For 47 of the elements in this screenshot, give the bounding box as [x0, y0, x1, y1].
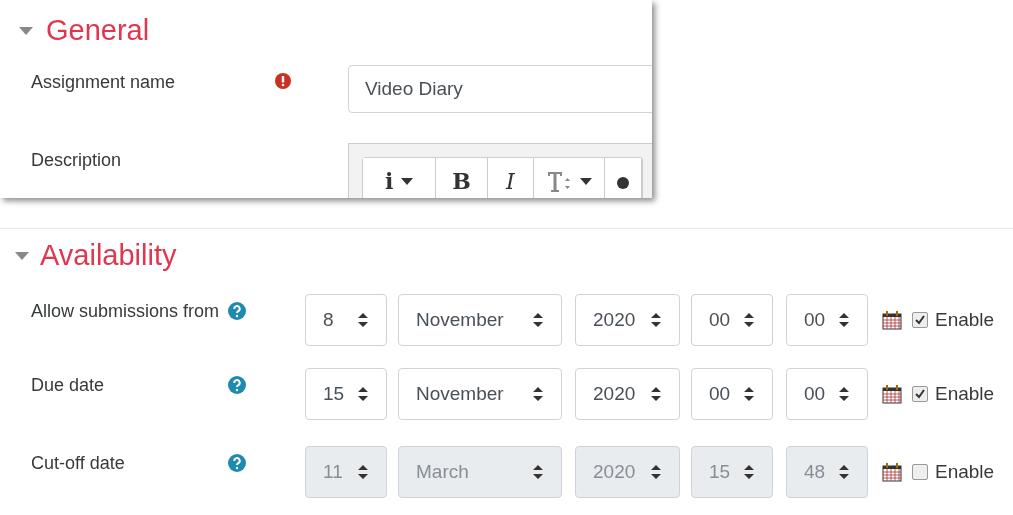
sort-icon	[651, 465, 661, 479]
month-select[interactable]: November	[398, 368, 562, 420]
hour-select[interactable]: 00	[691, 294, 773, 346]
calendar-icon[interactable]	[882, 310, 902, 330]
enable-label: Enable	[935, 383, 995, 405]
sort-icon	[839, 313, 849, 327]
sort-icon	[651, 387, 661, 401]
sort-icon	[744, 313, 754, 327]
info-button[interactable]: i	[363, 158, 437, 198]
sort-icon	[533, 465, 543, 479]
sort-icon	[839, 465, 849, 479]
minute-select[interactable]: 00	[786, 368, 868, 420]
section-heading: Availability	[40, 239, 177, 272]
sort-icon	[744, 387, 754, 401]
calendar-icon[interactable]	[882, 384, 902, 404]
day-select[interactable]: 15	[305, 368, 387, 420]
sort-icon	[744, 465, 754, 479]
sort-icon	[358, 387, 368, 401]
assignment-name-field[interactable]: Video Diary	[348, 65, 652, 113]
field-label: Allow submissions from	[30, 300, 221, 323]
section-heading: General	[46, 14, 150, 47]
enable-label: Enable	[935, 309, 995, 331]
font-size-icon	[545, 169, 572, 193]
day-select[interactable]: 8	[305, 294, 387, 346]
minute-select[interactable]: 00	[786, 294, 868, 346]
field-label: Description	[30, 149, 123, 172]
year-select[interactable]: 2020	[575, 368, 680, 420]
help-icon[interactable]	[228, 302, 246, 320]
sort-icon	[533, 313, 543, 327]
help-icon[interactable]	[228, 376, 246, 394]
field-label: Cut-off date	[30, 452, 126, 475]
collapse-icon[interactable]	[18, 25, 34, 36]
sort-icon	[533, 387, 543, 401]
collapse-icon[interactable]	[14, 250, 30, 261]
sort-icon	[839, 387, 849, 401]
enable-label: Enable	[935, 461, 995, 483]
year-select[interactable]: 2020	[575, 294, 680, 346]
hour-select[interactable]: 00	[691, 368, 773, 420]
calendar-icon[interactable]	[882, 462, 902, 482]
sort-icon	[651, 313, 661, 327]
enable-checkbox[interactable]	[912, 312, 928, 328]
field-label: Assignment name	[30, 71, 177, 94]
field-label: Due date	[30, 374, 106, 397]
enable-checkbox[interactable]	[912, 386, 928, 402]
month-select[interactable]: November	[398, 294, 562, 346]
sort-icon	[358, 313, 368, 327]
sort-icon	[358, 465, 368, 479]
